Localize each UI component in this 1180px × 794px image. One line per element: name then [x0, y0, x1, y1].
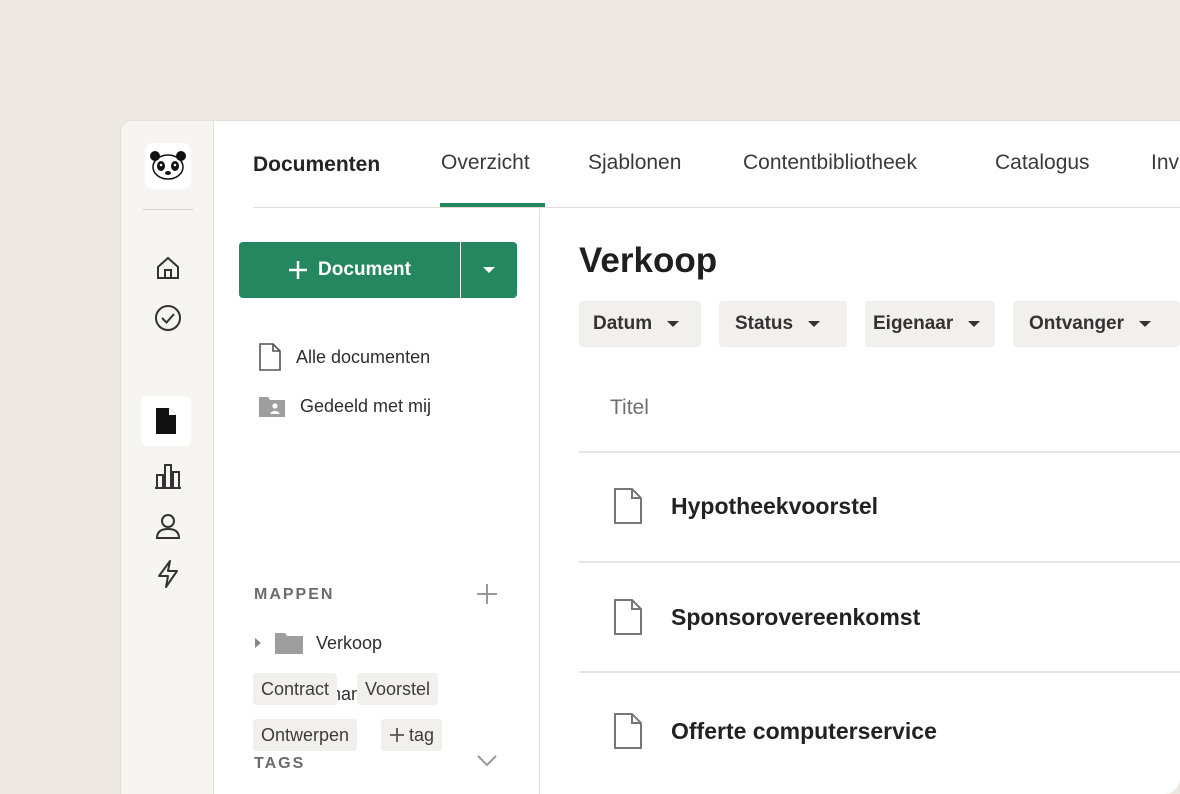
page-title: Verkoop	[579, 241, 718, 280]
filter-label: Eigenaar	[873, 313, 954, 334]
icon-rail	[121, 121, 214, 794]
main-content: Verkoop Datum Status Eigenaar Ontvanger …	[579, 209, 1180, 794]
person-icon[interactable]	[145, 503, 191, 549]
filter-datum[interactable]: Datum	[579, 301, 701, 347]
app-window: Documenten Overzicht Sjablonen Contentbi…	[120, 120, 1180, 794]
document-title: Offerte computerservice	[671, 717, 937, 744]
nav-all-documents[interactable]: Alle documenten	[258, 342, 430, 372]
panda-logo-icon[interactable]	[145, 143, 191, 189]
new-document-dropdown-button[interactable]	[461, 242, 517, 298]
rail-divider	[143, 209, 193, 210]
filter-label: Datum	[593, 313, 653, 334]
filter-label: Status	[735, 313, 794, 334]
caret-right-icon	[255, 638, 261, 648]
table-row[interactable]: Hypotheekvoorstel	[613, 486, 878, 526]
folders-heading: MAPPEN	[254, 586, 335, 603]
home-icon[interactable]	[145, 245, 191, 291]
tag-contract[interactable]: Contract	[253, 673, 338, 705]
bar-chart-icon[interactable]	[145, 453, 191, 499]
add-tag-button[interactable]: tag	[381, 719, 443, 751]
table-row[interactable]: Offerte computerservice	[613, 711, 937, 751]
shared-folder-icon	[259, 397, 285, 417]
tab-sjablonen[interactable]: Sjablonen	[588, 151, 681, 175]
section-title: Documenten	[253, 153, 381, 176]
filter-eigenaar[interactable]: Eigenaar	[865, 301, 995, 347]
document-title: Sponsorovereenkomst	[671, 603, 921, 630]
filter-status[interactable]: Status	[719, 301, 847, 347]
lightning-icon[interactable]	[145, 551, 191, 597]
row-divider	[579, 671, 1180, 673]
folder-icon	[275, 633, 303, 654]
file-outline-icon	[614, 488, 642, 524]
tab-inv[interactable]: Inv	[1151, 151, 1179, 175]
file-outline-icon	[614, 599, 642, 635]
document-icon[interactable]	[141, 396, 191, 446]
nav-all-documents-label: Alle documenten	[296, 346, 431, 367]
folder-verkoop[interactable]: Verkoop	[254, 628, 382, 658]
add-tag-label: tag	[409, 724, 435, 745]
document-title: Hypotheekvoorstel	[671, 492, 879, 519]
row-divider	[579, 451, 1180, 453]
caret-down-icon	[667, 321, 680, 327]
folder-label: Verkoop	[316, 632, 383, 653]
file-outline-icon	[614, 713, 642, 749]
plus-icon	[390, 728, 404, 742]
left-panel: Document Alle documenten Gedeeld met mij	[214, 209, 540, 794]
new-document-label: Document	[318, 259, 411, 280]
top-tabs: Documenten Overzicht Sjablonen Contentbi…	[253, 121, 1180, 208]
tag-ontwerpen[interactable]: Ontwerpen	[253, 719, 358, 751]
row-divider	[579, 561, 1180, 563]
active-tab-indicator	[440, 203, 545, 207]
tag-voorstel[interactable]: Voorstel	[357, 673, 439, 705]
filter-label: Ontvanger	[1029, 313, 1125, 334]
plus-icon	[289, 261, 308, 279]
nav-shared-label: Gedeeld met mij	[300, 395, 432, 416]
tags-heading: TAGS	[254, 755, 306, 772]
caret-down-icon	[483, 267, 495, 273]
add-folder-icon[interactable]	[476, 583, 498, 610]
check-circle-icon[interactable]	[145, 295, 191, 341]
file-outline-icon	[259, 343, 281, 371]
filter-ontvanger[interactable]: Ontvanger	[1013, 301, 1180, 347]
new-document-button[interactable]: Document	[239, 242, 460, 298]
caret-down-icon	[1139, 321, 1152, 327]
tab-catalogus[interactable]: Catalogus	[995, 151, 1090, 175]
chevron-down-icon[interactable]	[476, 754, 498, 773]
table-row[interactable]: Sponsorovereenkomst	[613, 597, 920, 637]
nav-shared-with-me[interactable]: Gedeeld met mij	[258, 391, 431, 421]
tab-overzicht[interactable]: Overzicht	[441, 151, 530, 175]
column-header-title[interactable]: Titel	[610, 396, 649, 420]
tab-contentbibliotheek[interactable]: Contentbibliotheek	[743, 151, 917, 175]
caret-down-icon	[808, 321, 821, 327]
background-frame: Documenten Overzicht Sjablonen Contentbi…	[0, 0, 1180, 794]
caret-down-icon	[968, 321, 981, 327]
